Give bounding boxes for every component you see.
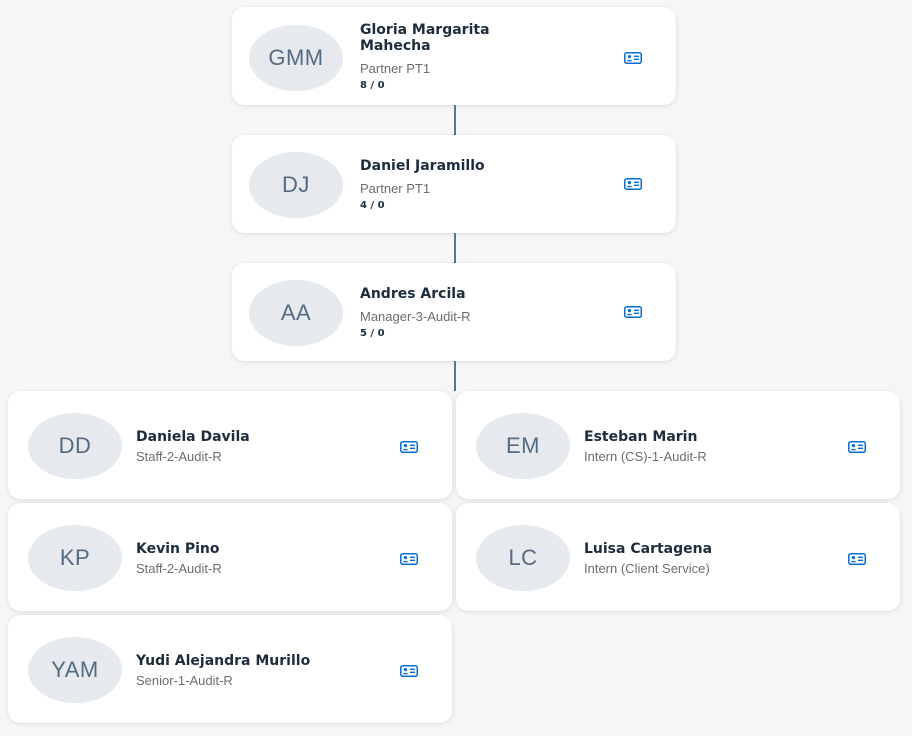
- avatar-initials: AA: [280, 300, 312, 325]
- avatar: LC: [476, 525, 570, 591]
- node-info: Andres Arcila Manager-3-Audit-R 5 / 0: [360, 286, 471, 340]
- contact-card-icon[interactable]: [624, 306, 642, 318]
- employee-title: Senior-1-Audit-R: [136, 673, 233, 688]
- employee-title: Intern (CS)-1-Audit-R: [584, 449, 707, 464]
- report-card[interactable]: KP Kevin Pino Staff-2-Audit-R: [8, 503, 452, 611]
- avatar: YAM: [28, 637, 122, 703]
- contact-card-icon[interactable]: [848, 553, 866, 565]
- employee-name: Luisa Cartagena: [584, 541, 713, 557]
- employee-name: Kevin Pino: [136, 541, 220, 557]
- report-card[interactable]: YAM Yudi Alejandra Murillo Senior-1-Audi…: [8, 615, 452, 723]
- report-card[interactable]: LC Luisa Cartagena Intern (Client Servic…: [456, 503, 900, 611]
- contact-card-icon[interactable]: [624, 178, 642, 190]
- report-info: Yudi Alejandra Murillo Senior-1-Audit-R: [136, 653, 310, 689]
- employee-title: Partner PT1: [360, 181, 431, 196]
- employee-name: Daniel Jaramillo: [360, 158, 485, 174]
- employee-name-line2: Mahecha: [360, 38, 431, 54]
- avatar-initials: DJ: [282, 172, 310, 197]
- employee-name: Daniela Davila: [136, 429, 250, 445]
- hierarchy-connector: [454, 233, 456, 263]
- hierarchy-connector: [454, 361, 456, 391]
- contact-card-icon[interactable]: [848, 441, 866, 453]
- report-info: Esteban Marin Intern (CS)-1-Audit-R: [584, 429, 707, 465]
- employee-name: Andres Arcila: [360, 286, 466, 302]
- avatar-initials: LC: [508, 545, 538, 570]
- employee-name: Yudi Alejandra Murillo: [136, 653, 311, 669]
- org-node-card[interactable]: AA Andres Arcila Manager-3-Audit-R 5 / 0: [232, 263, 676, 361]
- org-node-card[interactable]: GMM Gloria Margarita Mahecha Partner PT1…: [232, 7, 676, 105]
- report-card[interactable]: EM Esteban Marin Intern (CS)-1-Audit-R: [456, 391, 900, 499]
- employee-name: Gloria Margarita: [360, 22, 490, 38]
- org-node-card[interactable]: DJ Daniel Jaramillo Partner PT1 4 / 0: [232, 135, 676, 233]
- employee-title: Partner PT1: [360, 61, 431, 76]
- avatar: DD: [28, 413, 122, 479]
- report-counts: 5 / 0: [360, 328, 385, 339]
- avatar-initials: YAM: [51, 657, 99, 682]
- hierarchy-connector: [454, 105, 456, 135]
- report-info: Daniela Davila Staff-2-Audit-R: [136, 429, 250, 465]
- report-counts: 4 / 0: [360, 200, 385, 211]
- avatar-initials: KP: [59, 545, 91, 570]
- employee-title: Manager-3-Audit-R: [360, 309, 471, 324]
- contact-card-icon[interactable]: [624, 52, 642, 64]
- employee-name: Esteban Marin: [584, 429, 698, 445]
- contact-card-icon[interactable]: [400, 553, 418, 565]
- avatar: DJ: [249, 152, 343, 218]
- avatar: GMM: [249, 25, 343, 91]
- employee-title: Staff-2-Audit-R: [136, 561, 222, 576]
- avatar: AA: [249, 280, 343, 346]
- node-info: Gloria Margarita Mahecha Partner PT1 8 /…: [360, 22, 490, 92]
- employee-title: Staff-2-Audit-R: [136, 449, 222, 464]
- avatar-initials: GMM: [268, 45, 324, 70]
- avatar-initials: EM: [506, 433, 540, 458]
- employee-title: Intern (Client Service): [584, 561, 710, 576]
- avatar: KP: [28, 525, 122, 591]
- report-card[interactable]: DD Daniela Davila Staff-2-Audit-R: [8, 391, 452, 499]
- report-counts: 8 / 0: [360, 80, 385, 91]
- report-info: Luisa Cartagena Intern (Client Service): [584, 541, 712, 577]
- node-info: Daniel Jaramillo Partner PT1 4 / 0: [360, 158, 485, 212]
- contact-card-icon[interactable]: [400, 441, 418, 453]
- avatar-initials: DD: [58, 433, 92, 458]
- avatar: EM: [476, 413, 570, 479]
- contact-card-icon[interactable]: [400, 665, 418, 677]
- report-info: Kevin Pino Staff-2-Audit-R: [136, 541, 222, 577]
